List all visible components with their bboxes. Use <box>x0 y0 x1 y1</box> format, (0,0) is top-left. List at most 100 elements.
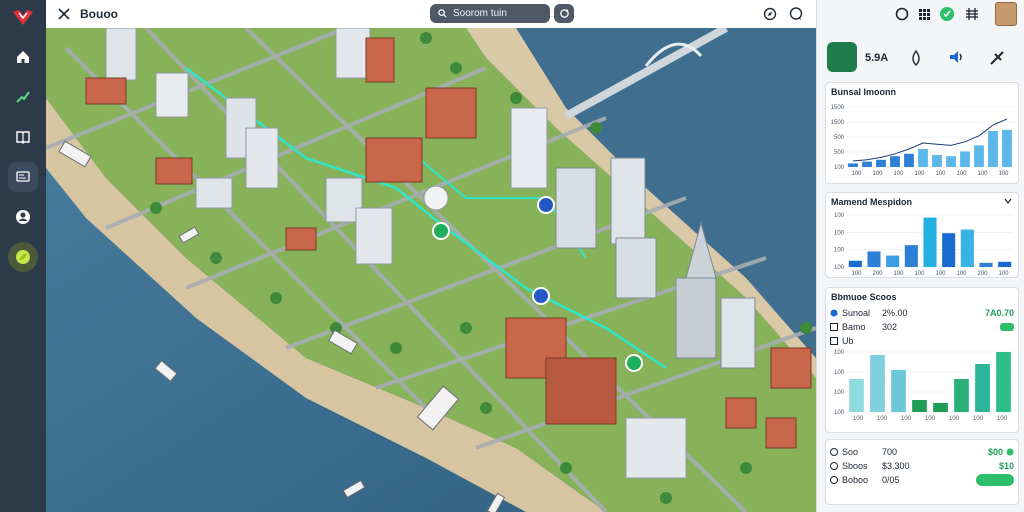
bar <box>890 156 900 167</box>
budget-value: 0/05 <box>882 475 900 485</box>
kpi-value: 5.9A <box>865 52 889 64</box>
budget-value: $3.300 <box>882 461 910 471</box>
x-tick-label: 100 <box>956 171 967 177</box>
bar <box>867 251 881 267</box>
user-circle-icon <box>16 210 30 224</box>
y-tick-label: 100 <box>834 370 845 376</box>
map-canvas <box>46 28 816 512</box>
budget-label: Boboo <box>842 475 869 485</box>
chat-button[interactable] <box>786 4 806 24</box>
bar <box>933 403 948 412</box>
budget-row: Sboos $3.300 $10 <box>826 459 1018 473</box>
budget-value: 700 <box>882 447 898 457</box>
status-dot-icon <box>1006 448 1014 456</box>
sound-icon[interactable] <box>947 48 965 66</box>
y-tick-label: 100 <box>834 410 845 416</box>
bar <box>998 261 1012 267</box>
eco-button[interactable] <box>8 242 38 272</box>
clock-icon[interactable] <box>895 7 909 21</box>
y-tick-label: 100 <box>834 165 845 171</box>
bar <box>960 151 970 167</box>
y-tick-label: 1500 <box>831 105 845 111</box>
app-window: Bouoo Soorom tuin 5.9A Bunsal Imoonn 150… <box>0 0 1024 512</box>
budget-delta: $10 <box>998 461 1014 471</box>
y-tick-label: 100 <box>834 390 845 396</box>
score-row: Bamo 302 <box>826 320 1018 334</box>
x-tick-label: 100 <box>973 416 984 422</box>
kpi-badge <box>827 42 857 72</box>
map-book-button[interactable] <box>8 122 38 152</box>
bar <box>870 355 885 412</box>
user-avatar[interactable] <box>995 2 1017 26</box>
app-title: Bouoo <box>80 7 118 21</box>
account-button[interactable] <box>8 202 38 232</box>
chart-scores: 100 100 100 100 100 100 100 100 100 100 100 <box>834 350 1014 422</box>
x-tick-label: 200 <box>872 271 883 277</box>
y-tick-label: 100 <box>834 248 845 254</box>
dot-icon <box>830 309 838 317</box>
budget-delta: $00 <box>987 447 1003 457</box>
compass-icon <box>763 7 777 21</box>
card-traffic: Bunsal Imoonn 1500 1500 500 500 100 100 100 100… <box>825 82 1019 184</box>
y-tick-label: 500 <box>834 135 845 141</box>
card-mobility: Mamend Mespidon 100 100 100 100 100 200 100 100… <box>825 192 1019 278</box>
card-scores-title: Bbmuoe Scoos <box>831 292 897 302</box>
search-bar[interactable]: Soorom tuin <box>430 4 550 23</box>
trend-icon <box>16 91 30 103</box>
score-label: Sunoal <box>842 308 871 318</box>
right-panel: 5.9A Bunsal Imoonn 1500 1500 500 500 100 100 1… <box>816 0 1024 512</box>
grid-icon[interactable] <box>917 7 931 21</box>
bar <box>946 156 956 167</box>
panel-header <box>817 0 1024 28</box>
chevron-down-icon[interactable] <box>1004 197 1012 205</box>
x-tick-label: 100 <box>935 271 946 277</box>
score-row: Sunoal 2%.00 7A0.70 <box>826 306 1018 320</box>
y-tick-label: 100 <box>834 213 845 219</box>
x-tick-label: 100 <box>998 171 1009 177</box>
x-tick-label: 200 <box>977 271 988 277</box>
x-tick-label: 100 <box>853 416 864 422</box>
top-bar: Bouoo Soorom tuin <box>46 0 816 28</box>
action-button[interactable] <box>976 474 1014 486</box>
city-map[interactable] <box>46 28 816 512</box>
refresh-icon <box>559 8 569 18</box>
left-rail <box>0 0 46 512</box>
monitor-icon <box>16 171 30 182</box>
apps-icon[interactable] <box>965 7 979 21</box>
bar <box>975 364 990 412</box>
app-logo[interactable] <box>0 0 46 36</box>
bar <box>891 370 906 412</box>
x-tick-label: 100 <box>997 416 1008 422</box>
bar <box>848 260 862 267</box>
bar <box>932 155 942 167</box>
drop-icon[interactable] <box>909 50 923 66</box>
locate-button[interactable] <box>554 4 574 23</box>
bar <box>862 161 872 167</box>
score-delta: 7A0.70 <box>984 308 1014 318</box>
x-tick-label: 100 <box>935 171 946 177</box>
home-button[interactable] <box>8 42 38 72</box>
x-tick-label: 100 <box>925 416 936 422</box>
bar <box>1002 129 1012 167</box>
toggle-switch[interactable] <box>1000 323 1014 331</box>
x-tick-label: 100 <box>851 171 862 177</box>
layers-button[interactable] <box>760 4 780 24</box>
status-check-icon[interactable] <box>939 6 955 22</box>
series-line <box>852 118 1008 162</box>
x-tick-label: 100 <box>872 171 883 177</box>
reports-button[interactable] <box>8 162 38 192</box>
analytics-button[interactable] <box>8 82 38 112</box>
card-traffic-title: Bunsal Imoonn <box>831 87 896 97</box>
bar <box>912 400 927 412</box>
bar <box>904 245 918 267</box>
x-tick-label: 100 <box>851 271 862 277</box>
tool-icon[interactable] <box>989 50 1005 66</box>
y-tick-label: 500 <box>834 150 845 156</box>
leaf-icon <box>16 250 30 264</box>
x-tick-label: 100 <box>901 416 912 422</box>
bar <box>904 153 914 167</box>
bar <box>942 233 956 267</box>
tools-icon[interactable] <box>58 8 70 20</box>
card-mobility-title: Mamend Mespidon <box>831 197 913 207</box>
square-icon <box>830 323 838 331</box>
